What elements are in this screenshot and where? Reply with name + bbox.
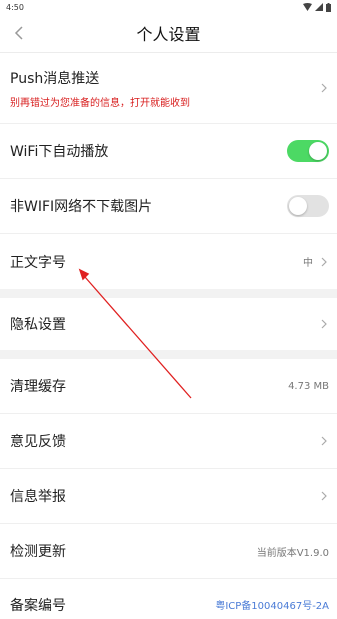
wifi-icon [303, 3, 312, 11]
setting-privacy[interactable]: 隐私设置 [0, 298, 337, 350]
battery-icon [326, 2, 331, 12]
status-time: 4:50 [6, 2, 24, 12]
chevron-left-icon [14, 26, 23, 40]
wifi-autoplay-toggle[interactable] [287, 140, 329, 162]
setting-feedback[interactable]: 意见反馈 [0, 414, 337, 469]
back-button[interactable] [8, 22, 30, 44]
page-title: 个人设置 [136, 25, 201, 44]
clear-cache-label: 清理缓存 [10, 379, 66, 395]
wifi-autoplay-label: WiFi下自动播放 [10, 144, 109, 160]
beian-label: 备案编号 [10, 598, 66, 614]
setting-report[interactable]: 信息举报 [0, 469, 337, 524]
chevron-right-icon [321, 436, 327, 446]
setting-push-notifications[interactable]: Push消息推送 别再错过为您准备的信息，打开就能收到 [0, 53, 337, 124]
setting-no-wifi-images: 非WIFI网络不下载图片 [0, 179, 337, 234]
page-header: 个人设置 [0, 14, 337, 53]
setting-wifi-autoplay: WiFi下自动播放 [0, 124, 337, 179]
no-wifi-images-label: 非WIFI网络不下载图片 [10, 199, 153, 215]
push-subtitle: 别再错过为您准备的信息，打开就能收到 [10, 97, 190, 109]
check-update-label: 检测更新 [10, 544, 66, 560]
toggle-knob [309, 142, 327, 160]
font-size-label: 正文字号 [10, 254, 66, 271]
status-icons [303, 2, 331, 12]
signal-icon [315, 3, 323, 11]
no-wifi-images-toggle[interactable] [287, 195, 329, 217]
section-divider [0, 289, 337, 298]
setting-beian: 备案编号 粤ICP备10040467号-2A [0, 579, 337, 619]
privacy-label: 隐私设置 [10, 317, 66, 333]
chevron-right-icon [321, 257, 327, 266]
beian-value-link[interactable]: 粤ICP备10040467号-2A [215, 597, 329, 612]
chevron-right-icon [321, 83, 327, 93]
chevron-right-icon [321, 319, 327, 329]
status-bar: 4:50 [0, 0, 337, 14]
push-label: Push消息推送 [10, 70, 100, 87]
version-value: 当前版本V1.9.0 [256, 547, 329, 559]
feedback-label: 意见反馈 [10, 434, 66, 450]
chevron-right-icon [321, 491, 327, 501]
setting-font-size[interactable]: 正文字号 中 [0, 234, 337, 289]
section-divider [0, 350, 337, 359]
setting-clear-cache[interactable]: 清理缓存 4.73 MB [0, 359, 337, 414]
setting-check-update[interactable]: 检测更新 当前版本V1.9.0 [0, 524, 337, 579]
font-size-value: 中 [303, 258, 313, 269]
toggle-knob [289, 197, 307, 215]
cache-size-value: 4.73 MB [288, 380, 329, 392]
report-label: 信息举报 [10, 489, 66, 505]
